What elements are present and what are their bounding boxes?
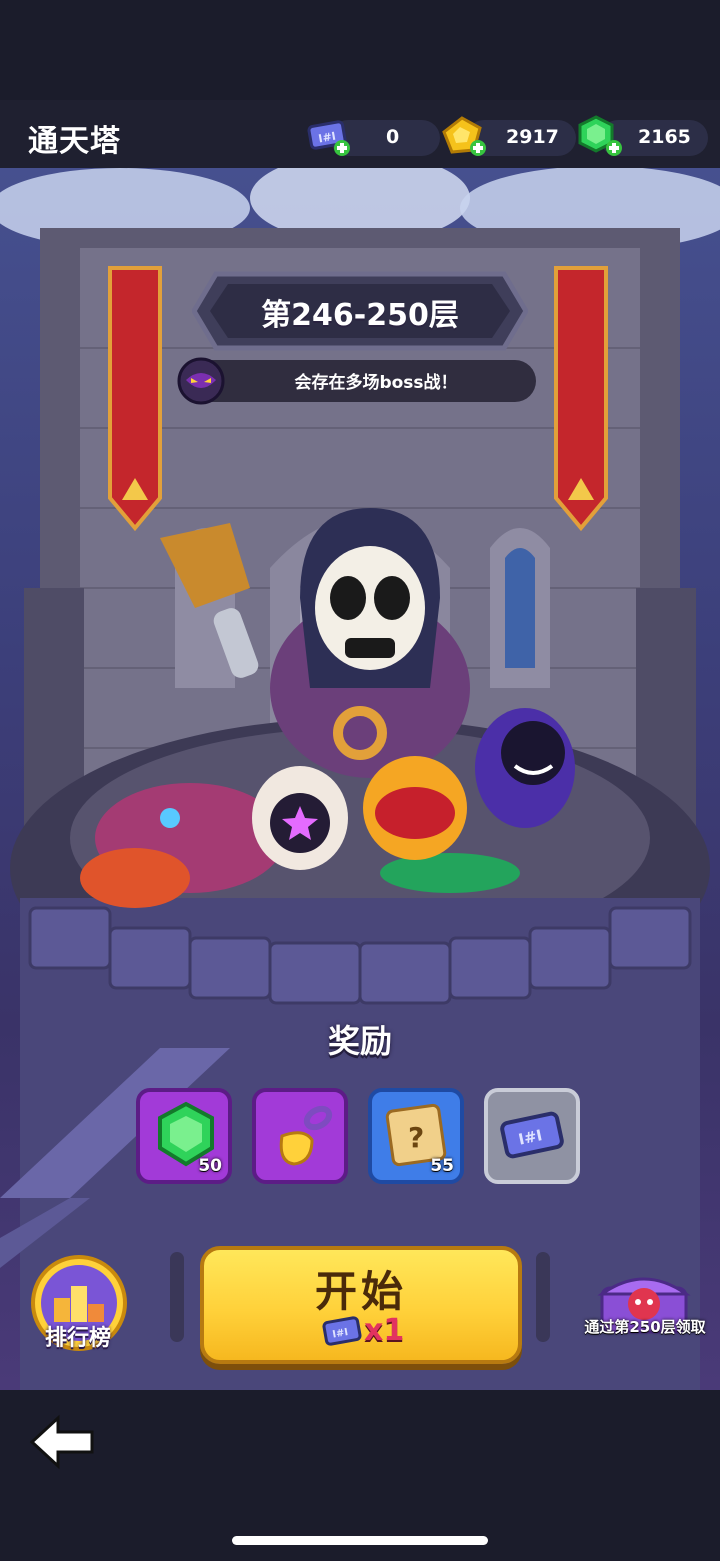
reward-slot-gems[interactable]: 50 — [136, 1088, 232, 1184]
ticket-icon: I#I — [322, 1316, 362, 1346]
reward-slot-shovel[interactable] — [252, 1088, 348, 1184]
lamp-left — [170, 1252, 184, 1342]
reward-slot-scroll[interactable]: ? 55 — [368, 1088, 464, 1184]
gem-count: 2165 — [638, 126, 691, 148]
ticket-icon: I#I — [500, 1111, 564, 1159]
gold-coin-icon[interactable] — [440, 114, 490, 160]
back-arrow-icon[interactable] — [28, 1414, 98, 1470]
floor-range: 第246-250层 — [261, 298, 459, 333]
leaderboard-label[interactable]: 排行榜 — [22, 1320, 134, 1352]
gold-count: 2917 — [506, 126, 559, 148]
start-cost: x1 — [364, 1313, 405, 1348]
chest-claim-label: 通过第250层领取 — [584, 1318, 706, 1336]
ticket-count: 0 — [386, 126, 400, 148]
reward-slot-ticket[interactable]: I#I — [484, 1088, 580, 1184]
status-bar — [0, 0, 720, 100]
green-gem-icon[interactable] — [576, 114, 626, 160]
start-button-label: 开始 — [314, 1267, 407, 1316]
lamp-right — [536, 1252, 550, 1342]
reward-count: 50 — [198, 1156, 222, 1176]
golden-shovel-icon — [279, 1105, 333, 1166]
rewards-title: 奖励 — [327, 1022, 392, 1060]
reward-count: 55 — [430, 1156, 454, 1176]
boss-notice-text: 会存在多场boss战！ — [294, 373, 458, 393]
home-indicator[interactable] — [232, 1536, 488, 1545]
boss-face-icon — [177, 357, 225, 405]
ticket-icon[interactable]: I#I — [306, 118, 354, 158]
svg-text:?: ? — [408, 1121, 424, 1154]
page-title: 通天塔 — [28, 124, 121, 159]
